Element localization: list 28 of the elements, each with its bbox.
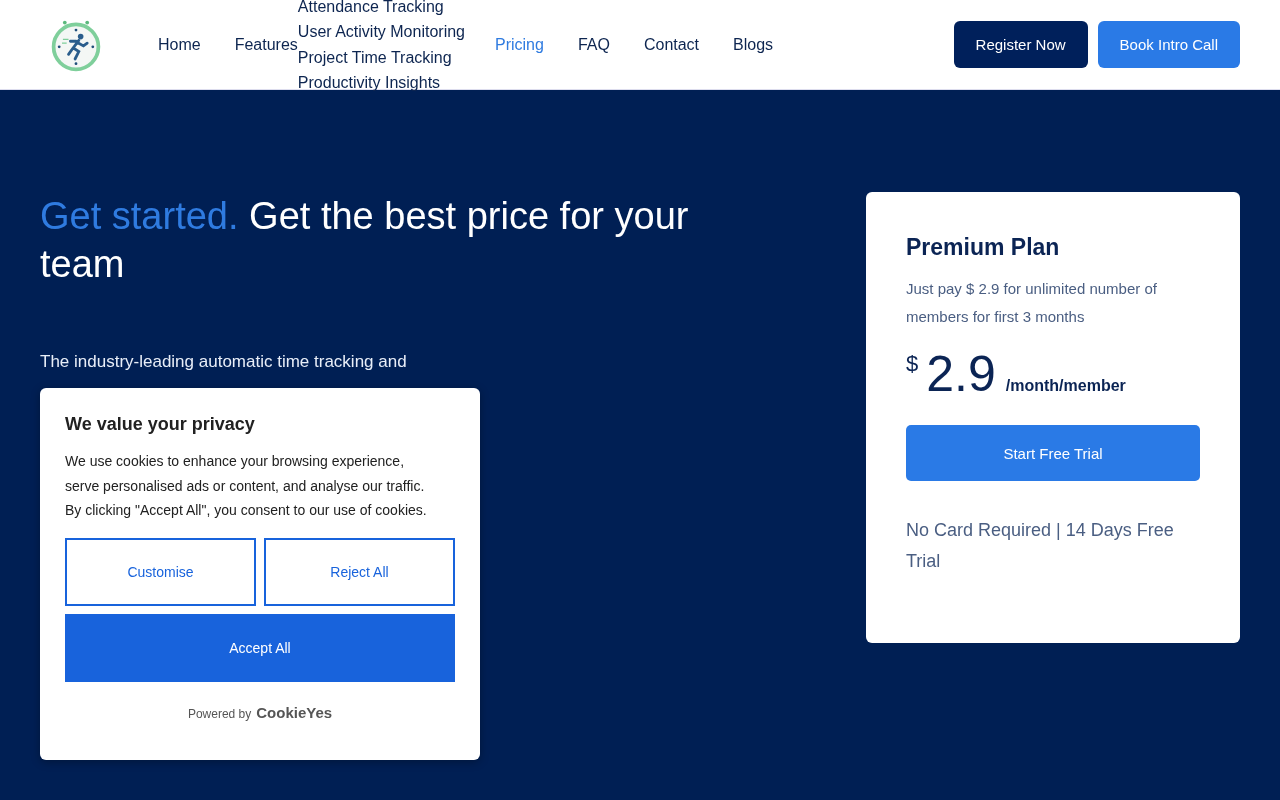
hero-text: The industry-leading automatic time tracking and <box>40 351 408 373</box>
cookie-button[interactable]: Customise <box>65 537 256 606</box>
currency-symbol: $ <box>906 351 919 377</box>
nav-link[interactable]: Contact <box>643 35 700 54</box>
submenu-item[interactable]: Project Time Tracking <box>297 44 465 70</box>
submenu-item[interactable]: User Activity Monitoring <box>297 19 465 45</box>
nav-link[interactable]: Features <box>234 35 298 54</box>
start-trial-button[interactable]: Start Free Trial <box>906 425 1200 481</box>
nav-link[interactable]: FAQ <box>577 35 610 54</box>
submenu-item[interactable]: Attendance Tracking <box>297 0 465 19</box>
plan-title: Premium Plan <box>906 234 1061 261</box>
plan-description: Just pay $ 2.9 for unlimited number of members for first 3 months <box>906 279 1158 327</box>
nav-link[interactable]: Pricing <box>495 35 544 54</box>
accept-button[interactable]: Accept All <box>65 613 455 682</box>
cookie-text: We use cookies to enhance your browsing experience, serve personalised ads or content, and analyse our traffic. By clicking "Accept All", you consent to our use of cookies. <box>65 452 428 520</box>
hero-title: Get started. Get the best price for your team <box>40 194 690 287</box>
plan-note: No Card Required | 14 Days Free Trial <box>906 519 1175 573</box>
cookie-title: We value your privacy <box>65 414 256 435</box>
price-unit: /month/member <box>1005 377 1126 395</box>
cookie-button[interactable]: Reject All <box>264 537 455 606</box>
submenu-item[interactable]: Productivity Insights <box>297 70 465 96</box>
book-call-button[interactable]: Book Intro Call <box>1097 21 1240 68</box>
powered-by-text: Powered by <box>187 706 252 721</box>
register-button[interactable]: Register Now <box>953 21 1088 68</box>
price-amount: 2.9 <box>926 345 996 403</box>
nav-link[interactable]: Home <box>158 35 201 54</box>
brand-link[interactable]: CookieYes <box>256 703 333 721</box>
nav-link[interactable]: Blogs <box>733 35 774 54</box>
